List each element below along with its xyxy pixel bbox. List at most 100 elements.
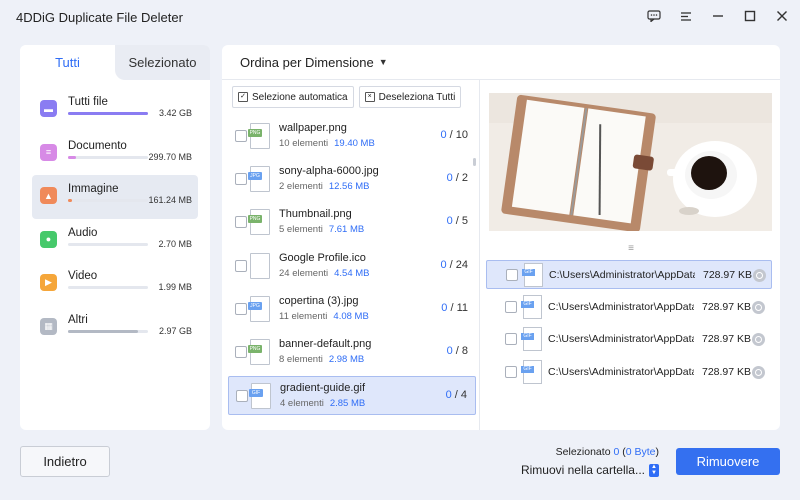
magnifier-icon[interactable] (753, 269, 766, 282)
file-group-row[interactable]: PNG Thumbnail.png 5 elementi 7.61 MB 0 / … (228, 203, 476, 242)
tab-selected[interactable]: Selezionato (115, 45, 210, 80)
file-name: copertina (3).jpg (279, 294, 359, 307)
category-name: Immagine (68, 183, 119, 196)
category-size: 2.70 MB (158, 238, 192, 249)
category-name: Audio (68, 226, 98, 239)
menu-icon[interactable] (676, 6, 696, 26)
deselect-icon: × (364, 92, 375, 102)
sort-dropdown[interactable]: Ordina per Dimensione (240, 55, 374, 70)
file-meta: 24 elementi 4.54 MB (279, 268, 370, 279)
duplicate-checkbox[interactable] (505, 300, 517, 313)
file-group-checkbox[interactable] (235, 173, 247, 186)
remove-button[interactable]: Rimuovere (676, 448, 780, 475)
file-selection-count: 0 / 5 (446, 215, 468, 228)
back-button[interactable]: Indietro (20, 446, 110, 477)
category-item[interactable]: ▦ Altri 2.97 GB (32, 306, 198, 350)
category-item[interactable]: ≡ Documento 299.70 MB (32, 132, 198, 176)
category-item[interactable]: ▶ Video 1.99 MB (32, 262, 198, 306)
file-group-row[interactable]: JPG sony-alpha-6000.jpg 2 elementi 12.56 … (228, 160, 476, 199)
duplicate-row[interactable]: GIF C:\Users\Administrator\AppData\Local… (486, 293, 772, 322)
duplicate-row[interactable]: GIF C:\Users\Administrator\AppData\Local… (486, 358, 772, 387)
total-count: 8 (461, 345, 468, 357)
file-selection-count: 0 / 10 (440, 129, 468, 141)
preview-image (489, 93, 772, 231)
category-item[interactable]: ● Audio 2.70 MB (32, 219, 198, 263)
file-group-checkbox[interactable] (236, 390, 248, 403)
minimize-icon[interactable] (708, 6, 728, 26)
duplicate-checkbox[interactable] (505, 333, 517, 345)
duplicate-checkbox[interactable] (506, 269, 518, 281)
magnifier-icon[interactable] (752, 333, 765, 346)
duplicate-path: C:\Users\Administrator\AppData\Local (548, 333, 694, 345)
file-icon: PNG (248, 123, 270, 149)
category-item[interactable]: ▲ Immagine 161.24 MB (32, 175, 198, 219)
file-type-tag: GIF (521, 300, 534, 308)
splitter-handle[interactable]: ≡ (626, 244, 636, 254)
file-group-row[interactable]: JPG copertina (3).jpg 11 elementi 4.08 MB… (228, 290, 476, 329)
selected-count: 0 (440, 129, 447, 141)
total-count: 10 (455, 129, 468, 141)
duplicate-size: 728.97 KB (703, 269, 753, 281)
gif-file-icon: GIF (521, 359, 542, 384)
category-usage-bar (68, 286, 148, 290)
duplicate-size: 728.97 KB (702, 333, 752, 345)
remove-to-folder-select[interactable]: Rimuovi nella cartella... ▲ ▼ (521, 463, 659, 477)
remove-to-folder-label[interactable]: Rimuovi nella cartella... (521, 463, 645, 477)
caret-down-icon[interactable]: ▼ (379, 57, 388, 67)
category-usage-bar (68, 155, 148, 159)
file-group-checkbox[interactable] (235, 130, 247, 142)
category-item[interactable]: ▬ Tutti file 3.42 GB (32, 88, 198, 132)
file-group-checkbox[interactable] (235, 302, 247, 315)
auto-select-button[interactable]: ✓ Selezione automatica (232, 86, 354, 108)
file-meta: 11 elementi 4.08 MB (279, 311, 369, 322)
file-type-tag: GIF (521, 333, 534, 340)
file-name: Google Profile.ico (279, 251, 366, 264)
selection-toolbar: ✓ Selezione automatica × Deseleziona Tut… (232, 86, 462, 108)
spinner-arrows-icon[interactable]: ▲ ▼ (649, 463, 659, 477)
file-meta: 8 elementi 2.98 MB (279, 354, 364, 365)
selected-count: 0 (445, 389, 452, 402)
deselect-all-button[interactable]: × Deseleziona Tutti (358, 86, 462, 108)
total-count: 24 (455, 258, 468, 271)
sort-header[interactable]: Ordina per Dimensione ▼ (222, 45, 780, 80)
auto-select-icon: ✓ (238, 92, 248, 102)
selected-bytes: 0 Byte (625, 446, 656, 458)
file-group-row[interactable]: PNG banner-default.png 8 elementi 2.98 MB… (228, 333, 476, 372)
category-size: 161.24 MB (148, 195, 192, 206)
category-tabs: Tutti Selezionato (20, 45, 210, 80)
duplicate-checkbox[interactable] (505, 365, 517, 378)
duplicate-row[interactable]: GIF C:\Users\Administrator\AppData\Local… (486, 325, 772, 354)
total-count: 2 (461, 172, 468, 185)
gif-file-icon: GIF (522, 263, 543, 287)
selected-count: 0 (446, 215, 453, 228)
selected-count: 0 (440, 258, 447, 271)
file-list-scrollbar[interactable] (473, 158, 476, 166)
magnifier-icon[interactable] (752, 300, 765, 314)
preview-column: ≡ GIF C:\Users\Administrator\AppData\Loc… (481, 80, 780, 430)
file-group-row[interactable]: GIF gradient-guide.gif 4 elementi 2.85 MB… (228, 376, 476, 416)
file-size: 19.40 MB (334, 138, 375, 149)
file-group-row[interactable]: PNG wallpaper.png 10 elementi 19.40 MB 0 … (228, 117, 476, 156)
file-type-tag: JPG (248, 301, 262, 310)
file-icon: GIF (249, 383, 271, 410)
file-icon: PNG (248, 339, 270, 365)
file-group-checkbox[interactable] (235, 259, 247, 272)
tab-all[interactable]: Tutti (20, 45, 115, 80)
file-meta: 4 elementi 2.85 MB (280, 398, 365, 409)
feedback-icon[interactable] (644, 6, 664, 26)
magnifier-icon[interactable] (752, 365, 765, 379)
image-icon: ▲ (40, 187, 57, 205)
duplicate-path: C:\Users\Administrator\AppData\Local (548, 365, 694, 378)
maximize-icon[interactable] (740, 6, 760, 26)
file-group-row[interactable]: Google Profile.ico 24 elementi 4.54 MB 0 … (228, 247, 476, 286)
category-usage-bar (68, 199, 148, 203)
close-icon[interactable] (772, 6, 792, 26)
file-icon (250, 252, 270, 279)
file-group-checkbox[interactable] (235, 346, 247, 358)
file-selection-count: 0 / 8 (446, 345, 468, 357)
file-group-checkbox[interactable] (235, 216, 247, 229)
folder-icon: ▬ (40, 100, 57, 117)
duplicate-row[interactable]: GIF C:\Users\Administrator\AppData\Local… (486, 260, 772, 289)
total-count: 4 (460, 389, 467, 402)
file-name: gradient-guide.gif (280, 382, 366, 395)
